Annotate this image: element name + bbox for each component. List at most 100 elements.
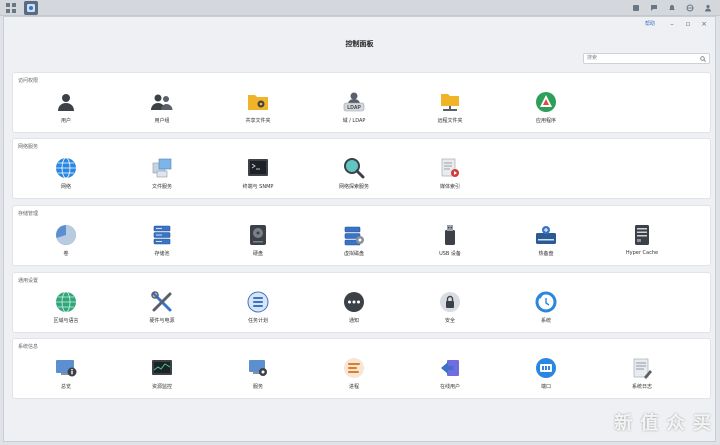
network-globe-icon xyxy=(55,157,77,179)
section-system-info: 系统信息 总览 资源监控 服务 进程 在线用户 端口 系统日志 xyxy=(12,338,711,399)
item-label: 端口 xyxy=(540,384,551,390)
item-label: 通知 xyxy=(348,318,359,324)
item-label: 域 / LDAP xyxy=(342,118,366,124)
section-network: 网络服务 网络 文件服务 终端与 SNMP 网络探索服务 媒体索引 xyxy=(12,138,711,199)
item-virtual-disk[interactable]: 虚拟磁盘 xyxy=(306,220,402,262)
control-panel-taskbar-icon[interactable] xyxy=(24,1,38,15)
network-globe-taskbar-icon[interactable] xyxy=(684,1,696,15)
hard-disk-icon xyxy=(247,224,269,246)
item-volume[interactable]: 卷 xyxy=(18,220,114,262)
item-security[interactable]: 安全 xyxy=(402,287,498,329)
user-group-icon xyxy=(151,91,173,113)
item-hardware-power[interactable]: 硬件与电源 xyxy=(114,287,210,329)
item-hot-spare[interactable]: 热备盘 xyxy=(498,220,594,262)
item-shared-folder[interactable]: 共享文件夹 xyxy=(210,87,306,129)
item-remote-folder[interactable]: 远程文件夹 xyxy=(402,87,498,129)
item-label: 共享文件夹 xyxy=(245,118,271,124)
hyper-cache-icon xyxy=(631,224,653,246)
overview-icon xyxy=(55,357,77,379)
storage-pool-icon xyxy=(151,224,173,246)
region-language-icon xyxy=(55,291,77,313)
item-network[interactable]: 网络 xyxy=(18,153,114,195)
item-user[interactable]: 用户 xyxy=(18,87,114,129)
item-label: Hyper Cache xyxy=(625,250,659,256)
online-users-icon xyxy=(439,357,461,379)
notification-bell-icon[interactable] xyxy=(666,1,678,15)
item-label: 服务 xyxy=(252,384,263,390)
usb-device-icon xyxy=(439,224,461,246)
item-overview[interactable]: 总览 xyxy=(18,353,114,395)
item-usb-device[interactable]: USB 设备 xyxy=(402,220,498,262)
task-scheduler-icon xyxy=(247,291,269,313)
item-label: 安全 xyxy=(444,318,455,324)
message-icon[interactable] xyxy=(648,1,660,15)
item-label: 网络 xyxy=(60,184,71,190)
section-access: 访问权限 用户 用户组 共享文件夹 LDAP 域 / LDAP 远程文件夹 应用… xyxy=(12,72,711,133)
item-user-group[interactable]: 用户组 xyxy=(114,87,210,129)
item-hard-disk[interactable]: 硬盘 xyxy=(210,220,306,262)
page-title: 控制面板 xyxy=(345,40,374,48)
search-input[interactable]: 搜索 xyxy=(583,53,710,64)
volume-pie-icon xyxy=(55,224,77,246)
system-log-icon xyxy=(631,357,653,379)
item-label: 文件服务 xyxy=(151,184,172,190)
resource-monitor-icon xyxy=(151,357,173,379)
item-label: 媒体索引 xyxy=(439,184,460,190)
item-label: 网络探索服务 xyxy=(338,184,369,190)
maximize-button[interactable]: ▫ xyxy=(683,19,693,28)
virtual-disk-icon xyxy=(343,224,365,246)
item-online-users[interactable]: 在线用户 xyxy=(402,353,498,395)
shared-folder-icon xyxy=(247,91,269,113)
svg-text:LDAP: LDAP xyxy=(347,105,361,111)
item-label: 热备盘 xyxy=(538,251,554,257)
item-label: 系统日志 xyxy=(631,384,652,390)
item-label: 终端与 SNMP xyxy=(242,184,274,190)
item-process[interactable]: 进程 xyxy=(306,353,402,395)
item-file-services[interactable]: 文件服务 xyxy=(114,153,210,195)
section-storage: 存储管理 卷 存储池 硬盘 虚拟磁盘 USB 设备 热备盘 Hyper Cach… xyxy=(12,205,711,266)
item-media-index[interactable]: 媒体索引 xyxy=(402,153,498,195)
item-label: 资源监控 xyxy=(151,384,172,390)
control-panel-window: 帮助 – ▫ × 控制面板 搜索 访问权限 用户 用户组 共享文件夹 LDAP … xyxy=(3,16,716,442)
item-label: 在线用户 xyxy=(439,384,460,390)
item-terminal-snmp[interactable]: 终端与 SNMP xyxy=(210,153,306,195)
media-index-icon xyxy=(439,157,461,179)
widgets-icon[interactable] xyxy=(630,1,642,15)
section-general: 通用设置 区域与语言 硬件与电源 任务计划 通知 安全 系统 xyxy=(12,272,711,333)
item-label: 用户 xyxy=(60,118,71,124)
close-button[interactable]: × xyxy=(699,19,709,28)
item-application[interactable]: 应用程序 xyxy=(498,87,594,129)
help-link[interactable]: 帮助 xyxy=(645,20,655,27)
item-label: 进程 xyxy=(348,384,359,390)
item-label: USB 设备 xyxy=(439,251,461,257)
item-storage-pool[interactable]: 存储池 xyxy=(114,220,210,262)
hot-spare-icon xyxy=(535,224,557,246)
security-lock-icon xyxy=(439,291,461,313)
minimize-button[interactable]: – xyxy=(667,19,677,28)
search-icon[interactable] xyxy=(697,54,709,63)
item-system[interactable]: 系统 xyxy=(498,287,594,329)
item-label: 卷 xyxy=(63,251,69,257)
item-notification[interactable]: 通知 xyxy=(306,287,402,329)
section-title: 存储管理 xyxy=(18,211,39,217)
item-resource-monitor[interactable]: 资源监控 xyxy=(114,353,210,395)
domain-ldap-icon: LDAP xyxy=(343,91,365,113)
item-label: 远程文件夹 xyxy=(437,118,463,124)
item-ports[interactable]: 端口 xyxy=(498,353,594,395)
file-services-icon xyxy=(151,157,173,179)
watermark: 新 值 众 买 xyxy=(614,413,712,434)
item-discovery-service[interactable]: 网络探索服务 xyxy=(306,153,402,195)
item-hyper-cache[interactable]: Hyper Cache xyxy=(594,220,690,262)
item-label: 用户组 xyxy=(154,118,170,124)
user-account-icon[interactable] xyxy=(702,1,714,15)
item-label: 任务计划 xyxy=(247,318,268,324)
section-title: 网络服务 xyxy=(18,144,39,150)
apps-grid-icon[interactable] xyxy=(4,1,18,15)
item-domain-ldap[interactable]: LDAP 域 / LDAP xyxy=(306,87,402,129)
services-icon xyxy=(247,357,269,379)
item-system-log[interactable]: 系统日志 xyxy=(594,353,690,395)
item-region-language[interactable]: 区域与语言 xyxy=(18,287,114,329)
item-task-scheduler[interactable]: 任务计划 xyxy=(210,287,306,329)
item-services[interactable]: 服务 xyxy=(210,353,306,395)
item-label: 区域与语言 xyxy=(53,318,79,324)
